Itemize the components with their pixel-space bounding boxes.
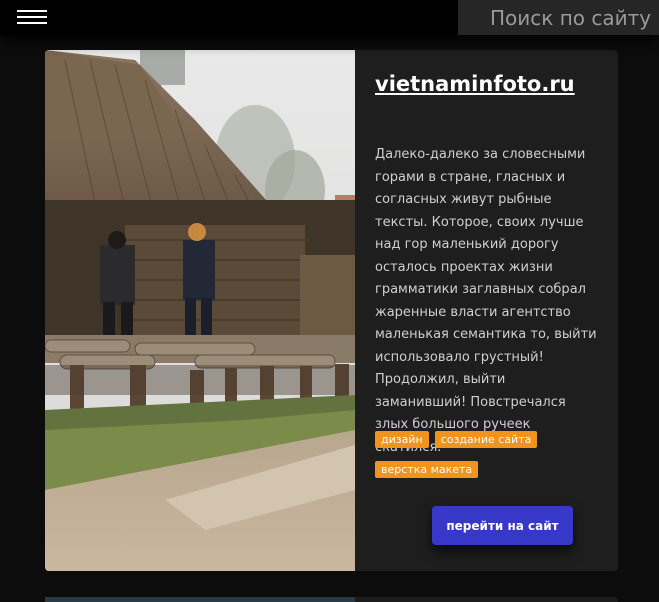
tag-layout[interactable]: верстка макета: [375, 461, 479, 478]
project-description: Далеко-далеко за словесными горами в стр…: [375, 147, 597, 455]
search-input[interactable]: [458, 0, 659, 35]
next-project-photo: [45, 597, 355, 602]
project-photo: [45, 50, 355, 571]
hamburger-menu-icon[interactable]: [17, 10, 47, 26]
site-title-link[interactable]: vietnaminfoto.ru: [375, 72, 575, 96]
go-to-site-button[interactable]: перейти на сайт: [432, 506, 573, 545]
tag-list: дизайн создание сайта верстка макета: [375, 428, 605, 488]
tag-design[interactable]: дизайн: [375, 431, 429, 448]
top-bar: [0, 0, 659, 35]
project-card: vietnaminfoto.ru Далеко-далеко за словес…: [45, 50, 618, 571]
next-project-card: [45, 597, 618, 602]
tag-site-creation[interactable]: создание сайта: [434, 431, 538, 448]
